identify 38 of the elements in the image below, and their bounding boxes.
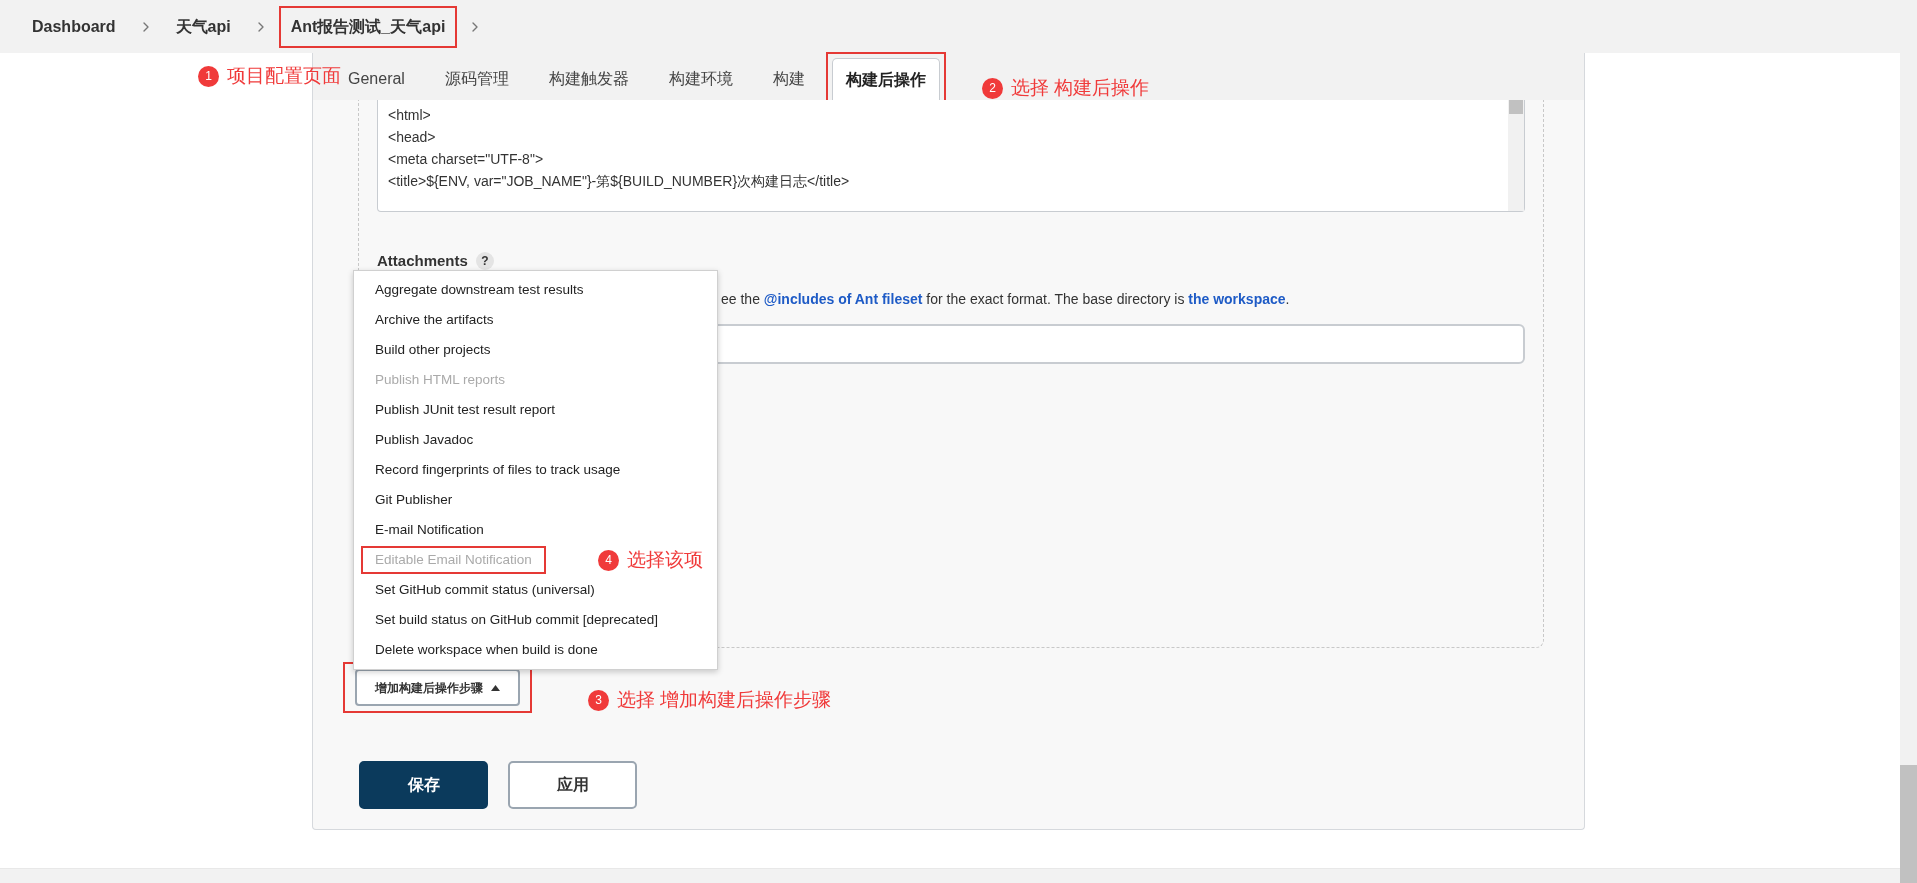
menu-item[interactable]: Record fingerprints of files to track usage (375, 460, 621, 480)
annotation-text: 选择该项 (627, 548, 703, 572)
menu-item[interactable]: E-mail Notification (375, 520, 484, 540)
help-icon[interactable]: ? (475, 252, 494, 271)
code-line: <head> (388, 128, 437, 147)
apply-button[interactable]: 应用 (508, 761, 637, 809)
annotation-text: 选择 增加构建后操作步骤 (617, 688, 832, 712)
add-step-button[interactable]: 增加构建后操作步骤 (355, 669, 520, 706)
breadcrumb-link[interactable]: 天气api (175, 15, 231, 38)
caret-up-icon (491, 684, 500, 691)
tab[interactable]: 构建环境 (655, 58, 746, 100)
code-line: <meta charset="UTF-8"> (388, 150, 545, 169)
breadcrumb-link[interactable]: Ant报告测试_天气api (290, 15, 446, 38)
menu-item[interactable]: Build other projects (375, 340, 491, 360)
code-editor[interactable]: <html> <head> <meta charset="UTF-8"> <title>${ENV, var="JOB_NAME"}-第${BUILD_NUMBER}次构建日志</title> (377, 100, 1525, 212)
menu-item[interactable]: Archive the artifacts (375, 310, 494, 330)
field-description: ee the @includes of Ant fileset for the exact format. The base directory is the workspace. (721, 289, 1291, 309)
field-label: Attachments (377, 251, 468, 271)
fileset-link[interactable]: @includes of Ant fileset (763, 290, 923, 307)
code-line: <title>${ENV, var="JOB_NAME"}-第${BUILD_NUMBER}次构建日志</title> (388, 172, 851, 191)
annotation-text: 项目配置页面 (227, 64, 341, 88)
tab[interactable]: 构建 (759, 58, 818, 100)
code-line: <html> (388, 106, 432, 125)
workspace-link[interactable]: the workspace (1188, 290, 1286, 307)
tab[interactable]: 源码管理 (431, 58, 522, 100)
save-button[interactable]: 保存 (359, 761, 488, 809)
menu-item[interactable]: Publish Javadoc (375, 430, 474, 450)
step-number-badge: 1 (198, 65, 219, 87)
menu-item[interactable]: Aggregate downstream test results (375, 280, 584, 300)
menu-item[interactable]: Publish JUnit test result report (375, 400, 556, 420)
menu-item[interactable]: Git Publisher (375, 490, 453, 510)
menu-item[interactable]: Set build status on GitHub commit [deprecated] (375, 610, 658, 630)
menu-item[interactable]: Set GitHub commit status (universal) (375, 580, 595, 600)
tab[interactable]: 构建后操作 (831, 58, 940, 100)
tab[interactable]: 构建触发器 (535, 58, 642, 100)
breadcrumb-link[interactable]: Dashboard (32, 15, 116, 38)
menu-item[interactable]: Delete workspace when build is done (375, 640, 598, 660)
annotation-text: 选择 构建后操作 (1011, 76, 1150, 100)
